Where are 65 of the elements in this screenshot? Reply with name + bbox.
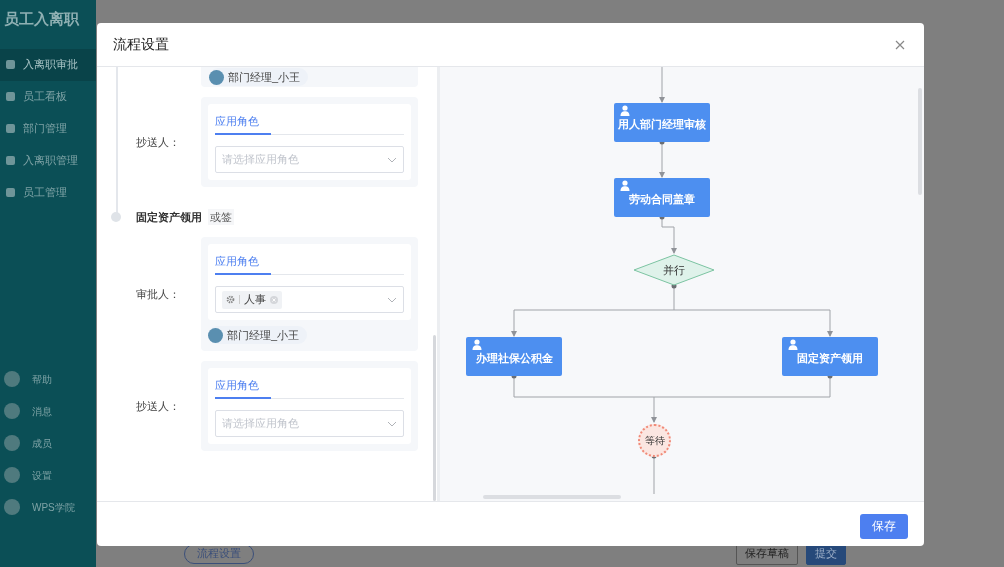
nav-label: 设置: [32, 468, 52, 483]
person-icon: [472, 339, 482, 350]
sidebar-item[interactable]: 成员: [0, 427, 96, 459]
member-name: 部门经理_小王: [227, 327, 300, 343]
nav-label: 入离职审批: [23, 57, 78, 73]
person-icon: [788, 339, 798, 350]
flow-node[interactable]: 用人部门经理审核: [614, 103, 710, 142]
wait-label: 等待: [644, 434, 665, 448]
flow-node[interactable]: 固定资产领用: [782, 337, 878, 376]
nav-label: 成员: [32, 436, 52, 451]
node-label: 用人部门经理审核: [618, 117, 706, 133]
nav-label: 消息: [32, 404, 52, 419]
role-tab[interactable]: 应用角色: [215, 244, 271, 275]
nav-label: 员工看板: [23, 89, 67, 105]
nav-label: 帮助: [32, 372, 52, 387]
role-tab[interactable]: 应用角色: [215, 368, 271, 399]
app-title: 员工入离职: [3, 9, 80, 29]
nav-icon: [6, 92, 15, 101]
mode-tag: 或签: [208, 208, 234, 226]
sidebar-item[interactable]: WPS学院: [0, 491, 96, 523]
sidebar-item[interactable]: 员工看板: [0, 80, 96, 113]
nav-label: 入离职管理: [23, 153, 78, 169]
node-label: 办理社保公积金: [475, 351, 553, 367]
chevron-down-icon: [387, 156, 397, 163]
person-icon: [620, 180, 630, 191]
nav-icon: [6, 124, 15, 133]
sidebar-item[interactable]: 设置: [0, 459, 96, 491]
avatar-icon: [208, 327, 223, 343]
nav-label: 员工管理: [23, 185, 67, 201]
gear-icon: [226, 295, 235, 304]
node-title: 固定资产领用: [136, 209, 202, 225]
save-button[interactable]: 保存: [860, 513, 908, 539]
field-label: 抄送人：: [136, 134, 181, 150]
nav-label: WPS学院: [32, 500, 75, 515]
avatar-icon: [209, 69, 224, 85]
close-icon[interactable]: [895, 39, 905, 50]
gateway-node[interactable]: 并行: [633, 254, 715, 286]
dialog-title: 流程设置: [113, 35, 169, 54]
nav-label: 部门管理: [23, 121, 67, 137]
sidebar-item[interactable]: 入离职管理: [0, 144, 96, 177]
nav-icon: [6, 156, 15, 165]
person-icon: [620, 105, 630, 116]
sidebar-item[interactable]: 部门管理: [0, 112, 96, 145]
wait-node[interactable]: 等待: [638, 424, 671, 457]
flow-node[interactable]: 办理社保公积金: [466, 337, 562, 376]
connector-line: [659, 67, 665, 103]
flow-node[interactable]: 劳动合同盖章: [614, 178, 710, 217]
nav-icon: [6, 188, 15, 197]
sidebar-item[interactable]: 帮助: [0, 363, 96, 395]
sidebar-item[interactable]: 入离职审批: [0, 48, 96, 81]
field-label: 审批人：: [136, 286, 181, 302]
remove-icon[interactable]: [270, 295, 278, 304]
chevron-down-icon: [387, 420, 397, 427]
field-label: 抄送人：: [136, 398, 181, 414]
nav-icon: [6, 60, 15, 69]
tag-label: 人事: [244, 292, 266, 308]
role-tab[interactable]: 应用角色: [215, 104, 271, 135]
sidebar-item[interactable]: 员工管理: [0, 176, 96, 209]
node-label: 固定资产领用: [797, 351, 863, 367]
sidebar-item[interactable]: 消息: [0, 395, 96, 427]
node-label: 劳动合同盖章: [629, 192, 695, 208]
chevron-down-icon: [387, 296, 397, 303]
member-name: 部门经理_小王: [228, 69, 301, 85]
role-select[interactable]: 人事: [215, 286, 404, 313]
gateway-label: 并行: [663, 262, 685, 278]
